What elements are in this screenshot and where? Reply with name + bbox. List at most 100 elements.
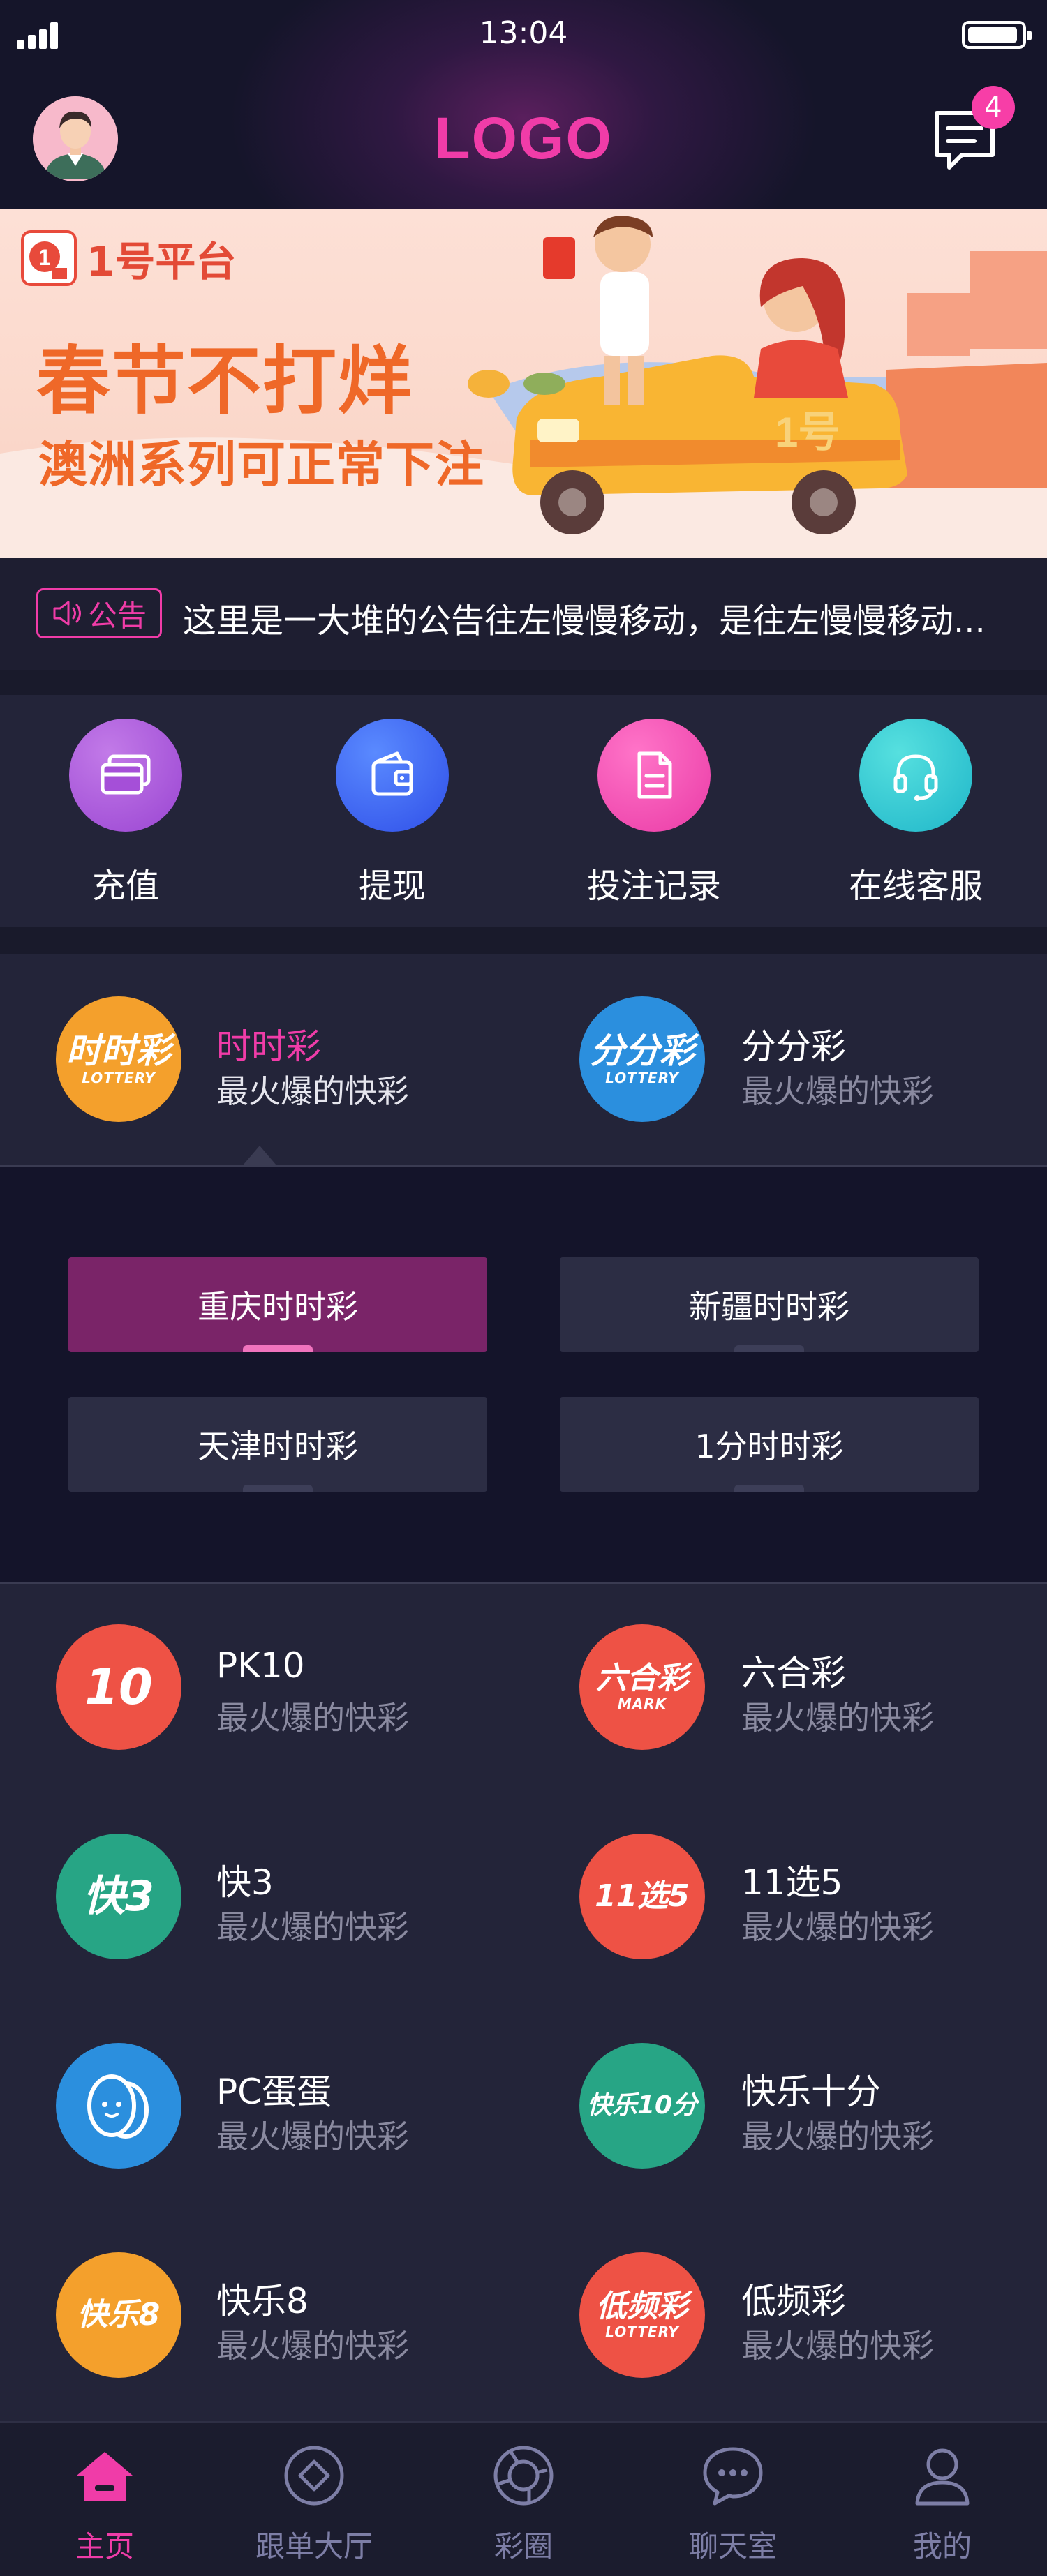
- sub-game-xinjiang[interactable]: 新疆时时彩: [560, 1257, 979, 1352]
- lottery-desc: 最火爆的快彩: [741, 1699, 934, 1737]
- status-time: 13:04: [479, 15, 568, 51]
- lottery-item-pk10[interactable]: 10 PK10 最火爆的快彩: [56, 1624, 530, 1757]
- lottery-item-pcdandan[interactable]: PC蛋蛋 最火爆的快彩: [56, 2043, 530, 2176]
- lottery-item-dipincai[interactable]: 低频彩 LOTTERY 低频彩 最火爆的快彩: [579, 2252, 1026, 2385]
- sub-game-label: 1分时时彩: [695, 1428, 844, 1465]
- action-label: 投注记录: [586, 867, 721, 906]
- lottery-name: PK10: [216, 1645, 305, 1686]
- lottery-name: 分分彩: [741, 1026, 846, 1067]
- sub-game-label: 重庆时时彩: [198, 1288, 358, 1326]
- lottery-icon-text: 分分彩: [590, 1031, 695, 1071]
- battery-icon: [962, 21, 1032, 49]
- nav-home[interactable]: 主页: [0, 2442, 209, 2566]
- lottery-name: 六合彩: [741, 1653, 846, 1693]
- banner-brand-text: 1号平台: [87, 238, 237, 285]
- lottery-name: 11选5: [741, 1862, 843, 1903]
- lottery-icon-text: 快乐8: [77, 2297, 161, 2332]
- dropdown-pointer-icon: [243, 1146, 276, 1165]
- lottery-desc: 最火爆的快彩: [216, 1908, 409, 1946]
- banner-title: 春节不打烊: [36, 338, 413, 424]
- lottery-icon-text: 六合彩: [596, 1661, 688, 1696]
- lottery-icon-text: 快乐10分: [586, 2091, 698, 2120]
- lottery-icon-subtext: LOTTERY: [605, 2323, 679, 2340]
- nav-mine[interactable]: 我的: [838, 2442, 1047, 2566]
- home-icon: [71, 2442, 138, 2509]
- card-icon: [101, 754, 151, 795]
- promo-banner[interactable]: 1号 1 1号平台 春节不打烊 澳洲系列可正常下注: [0, 209, 1047, 558]
- dipincai-logo-icon: 低频彩 LOTTERY: [579, 2252, 705, 2378]
- sub-game-panel: [0, 1167, 1047, 1582]
- selected-indicator: [243, 1345, 313, 1352]
- aperture-icon: [490, 2442, 557, 2509]
- sub-game-tianjin[interactable]: 天津时时彩: [68, 1397, 487, 1492]
- nav-label: 聊天室: [688, 2529, 777, 2563]
- banner-brand: 1 1号平台: [21, 230, 236, 286]
- lottery-desc: 最火爆的快彩: [216, 2327, 409, 2365]
- action-circle: [69, 719, 182, 832]
- customer-service-button[interactable]: 在线客服: [811, 719, 1020, 907]
- lottery-desc: 最火爆的快彩: [216, 1699, 409, 1737]
- 11x5-logo-icon: 11选5: [579, 1834, 705, 1959]
- nav-lottery-circle[interactable]: 彩圈: [419, 2442, 628, 2566]
- tab-indicator: [734, 1345, 804, 1352]
- person-icon: [909, 2442, 976, 2509]
- sub-game-chongqing[interactable]: 重庆时时彩: [68, 1257, 487, 1352]
- lottery-name: PC蛋蛋: [216, 2072, 332, 2112]
- app-logo: LOGO: [434, 105, 613, 171]
- diamond-icon: [281, 2442, 348, 2509]
- notice-tag-label: 公告: [87, 598, 147, 633]
- lottery-icon-text: 低频彩: [596, 2289, 688, 2324]
- sub-game-1min[interactable]: 1分时时彩: [560, 1397, 979, 1492]
- tab-indicator: [243, 1485, 313, 1492]
- lottery-name: 快乐十分: [741, 2072, 881, 2112]
- lottery-desc: 最火爆的快彩: [216, 1072, 409, 1110]
- lottery-name: 低频彩: [741, 2281, 846, 2321]
- lottery-icon-subtext: LOTTERY: [82, 1070, 156, 1086]
- withdraw-button[interactable]: 提现: [288, 719, 497, 907]
- lottery-name: 快3: [216, 1862, 274, 1903]
- brand-logo-icon: 1: [21, 230, 77, 286]
- action-label: 充值: [91, 867, 159, 906]
- notice-tag[interactable]: 公告: [36, 588, 162, 638]
- lottery-item-11x5[interactable]: 11选5 11选5 最火爆的快彩: [579, 1834, 1026, 1966]
- k3-logo-icon: 快3: [56, 1834, 181, 1959]
- action-label: 在线客服: [848, 867, 983, 906]
- lottery-icon-text: 11选5: [595, 1878, 690, 1914]
- egg-logo-icon: [56, 2043, 181, 2169]
- happy8-logo-icon: 快乐8: [56, 2252, 181, 2378]
- sub-game-label: 新疆时时彩: [689, 1288, 849, 1326]
- nav-label: 我的: [912, 2529, 972, 2563]
- recharge-button[interactable]: 充值: [21, 719, 230, 907]
- message-count-badge: 4: [972, 86, 1015, 129]
- notice-text[interactable]: 这里是一大堆的公告往左慢慢移动，是往左慢慢移动...: [183, 593, 1020, 642]
- ffc-logo-icon: 分分彩 LOTTERY: [579, 996, 705, 1122]
- lottery-icon-text: 快3: [83, 1872, 154, 1921]
- document-icon: [637, 751, 672, 799]
- bet-records-button[interactable]: 投注记录: [549, 719, 759, 907]
- lottery-item-happy8[interactable]: 快乐8 快乐8 最火爆的快彩: [56, 2252, 530, 2385]
- lottery-name: 快乐8: [216, 2281, 309, 2321]
- lottery-item-ffc[interactable]: 分分彩 LOTTERY 分分彩 最火爆的快彩: [579, 996, 1026, 1129]
- nav-label: 彩圈: [493, 2529, 553, 2563]
- wallet-icon: [371, 751, 413, 796]
- lottery-item-ssc[interactable]: 时时彩 LOTTERY 时时彩 最火爆的快彩: [56, 996, 530, 1129]
- lottery-desc: 最火爆的快彩: [741, 1908, 934, 1946]
- nav-chat-room[interactable]: 聊天室: [628, 2442, 838, 2566]
- lottery-icon-subtext: MARK: [617, 1695, 667, 1712]
- banner-car-label: 1号: [775, 409, 840, 456]
- lottery-desc: 最火爆的快彩: [741, 1072, 934, 1110]
- action-circle: [597, 719, 711, 832]
- action-circle: [859, 719, 972, 832]
- nav-follow-hall[interactable]: 跟单大厅: [209, 2442, 419, 2566]
- banner-subtitle: 澳洲系列可正常下注: [38, 436, 484, 493]
- egg-icon: [87, 2074, 149, 2139]
- lottery-icon-subtext: LOTTERY: [605, 1070, 679, 1086]
- chat-icon: [699, 2442, 766, 2509]
- sub-game-label: 天津时时彩: [198, 1428, 358, 1465]
- liuhecai-logo-icon: 六合彩 MARK: [579, 1624, 705, 1750]
- lottery-icon-text: 10: [84, 1658, 153, 1716]
- lottery-item-k3[interactable]: 快3 快3 最火爆的快彩: [56, 1834, 530, 1966]
- lottery-item-liuhecai[interactable]: 六合彩 MARK 六合彩 最火爆的快彩: [579, 1624, 1026, 1757]
- lottery-item-happy10[interactable]: 快乐10分 快乐十分 最火爆的快彩: [579, 2043, 1026, 2176]
- nav-label: 主页: [75, 2529, 134, 2563]
